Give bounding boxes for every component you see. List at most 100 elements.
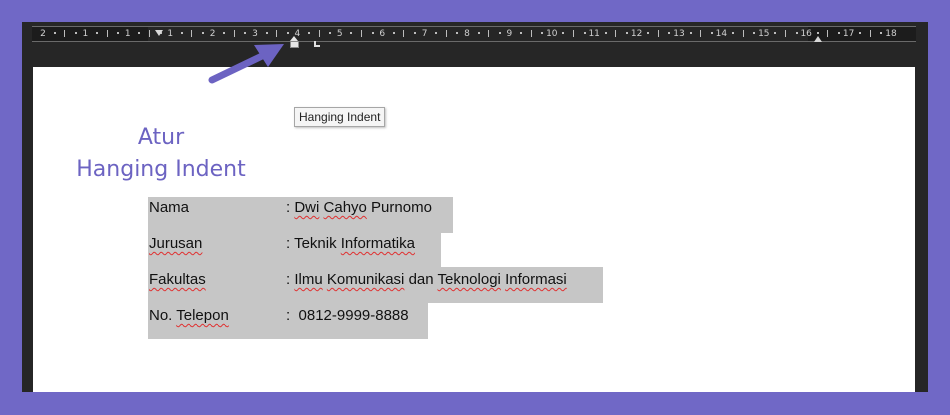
ruler-tick [308,32,310,34]
ruler-tick [403,30,405,37]
right-indent-marker[interactable] [814,36,822,42]
ruler-tick [742,30,744,37]
word-window: 2 1 1 1 2 3 4 5 6 7 8 9 10 11 12 13 14 15 16 17 18 Hanging I… [22,22,928,392]
ruler-tick [286,32,289,34]
list-item-fakultas[interactable]: Fakultas [149,270,206,290]
ruler-number: 6 [379,29,386,39]
ruler-number: 1 [167,29,174,39]
ruler-tick [732,32,734,34]
ruler-tick [350,32,353,34]
ruler-tick [774,32,777,34]
spellcheck-word: Komunikasi [326,271,405,288]
ruler-tick [435,32,438,34]
list-item-jurusan[interactable]: Jurusan [149,234,202,254]
spellcheck-word: Dwi [294,199,320,216]
ruler-tick [477,32,480,34]
ruler-tick [816,32,819,34]
ruler-tick [202,32,204,34]
ruler-tick [96,32,98,34]
ruler-number: 1 [82,29,89,39]
ruler-tick [615,30,617,37]
ruler-number: 5 [336,29,343,39]
ruler-tick [64,30,66,37]
ruler-tick [880,32,883,34]
ruler-tick [785,30,786,37]
field-label: Jurusan [149,235,203,252]
spellcheck-word: Informatika [340,235,415,252]
ruler-tick [488,30,490,37]
ruler-right-margin [808,27,916,41]
horizontal-ruler[interactable]: 2 1 1 1 2 3 4 5 6 7 8 9 10 11 12 13 14 15 16 17 18 [32,26,916,48]
ruler-tick [180,32,183,34]
ruler-tick [414,32,416,34]
left-tab-stop-icon[interactable] [314,41,320,47]
ruler-number: 1 [124,29,131,39]
field-value-telepon[interactable]: : 0812-9999-8888 [286,306,409,326]
ruler-number: 3 [252,29,258,39]
left-indent-box[interactable] [290,41,299,48]
ruler-tick [753,32,756,34]
ruler-tick [827,30,829,37]
ruler-tick [361,30,362,37]
ruler-number: 13 [673,29,685,39]
ruler-tick [520,32,522,34]
ruler-tick [329,32,332,34]
ruler-tick [244,32,247,34]
ruler-number: 18 [885,29,897,39]
ruler-tick [191,30,193,37]
field-value-nama[interactable]: : Dwi Cahyo Purnomo [286,198,432,218]
tooltip: Hanging Indent [294,107,386,127]
field-value: Ilmu Komunikasi dan Teknologi Informasi [294,271,567,288]
list-item-nama[interactable]: Nama [149,198,189,218]
field-value: Teknik Informatika [294,235,415,252]
ruler-number: 15 [758,29,770,39]
first-line-indent-marker[interactable] [155,30,163,36]
ruler-tick [371,32,374,34]
field-separator: : [286,235,295,252]
ruler-tick [562,32,565,34]
field-value-jurusan[interactable]: : Teknik Informatika [286,234,415,254]
ruler-tick [689,32,692,34]
ruler-tick [53,32,56,34]
ruler-tick [445,30,447,37]
ruler-tick [456,32,459,34]
ruler-tick [106,30,108,37]
ruler-tick [149,30,150,37]
hanging-indent-marker[interactable] [290,36,299,50]
ruler-tick [138,32,141,34]
ruler-tick [530,30,532,37]
ruler-tick [392,32,395,34]
ruler-tick [668,32,671,34]
ruler-tick [700,30,702,37]
ruler-number: 2 [40,29,46,39]
ruler-tick [265,32,268,34]
document-page[interactable]: Hanging Indent Atur Hanging Indent Nama … [33,67,915,392]
ruler-tick [626,32,628,34]
ruler-number: 14 [715,29,728,39]
ruler-tick [647,32,650,34]
ruler-number: 11 [588,29,600,39]
annotation-line-2: Hanging Indent [76,157,246,182]
field-label: No. Telepon [149,307,229,324]
ruler-tick [657,30,659,37]
ruler-number: 17 [842,29,855,39]
ruler-tick [498,32,501,34]
ruler-tick [74,32,77,34]
spellcheck-word: Cahyo [323,199,367,216]
field-value: 0812-9999-8888 [298,307,409,324]
ruler-number: 2 [209,29,216,39]
spellcheck-word: Telepon [176,307,229,324]
ruler-tick [233,30,235,37]
field-label: Fakultas [149,271,206,288]
list-item-telepon[interactable]: No. Telepon [149,306,229,326]
ruler-tick [276,30,278,37]
ruler-number: 9 [506,29,513,39]
ruler-tick [859,32,862,34]
field-label: Nama [149,199,190,216]
field-value-fakultas[interactable]: : Ilmu Komunikasi dan Teknologi Informas… [286,270,567,290]
field-separator: : [286,307,299,324]
ruler-tick [318,30,320,37]
ruler-tick [869,30,871,37]
spellcheck-word: Informasi [505,271,567,288]
ruler-number: 10 [546,29,558,39]
